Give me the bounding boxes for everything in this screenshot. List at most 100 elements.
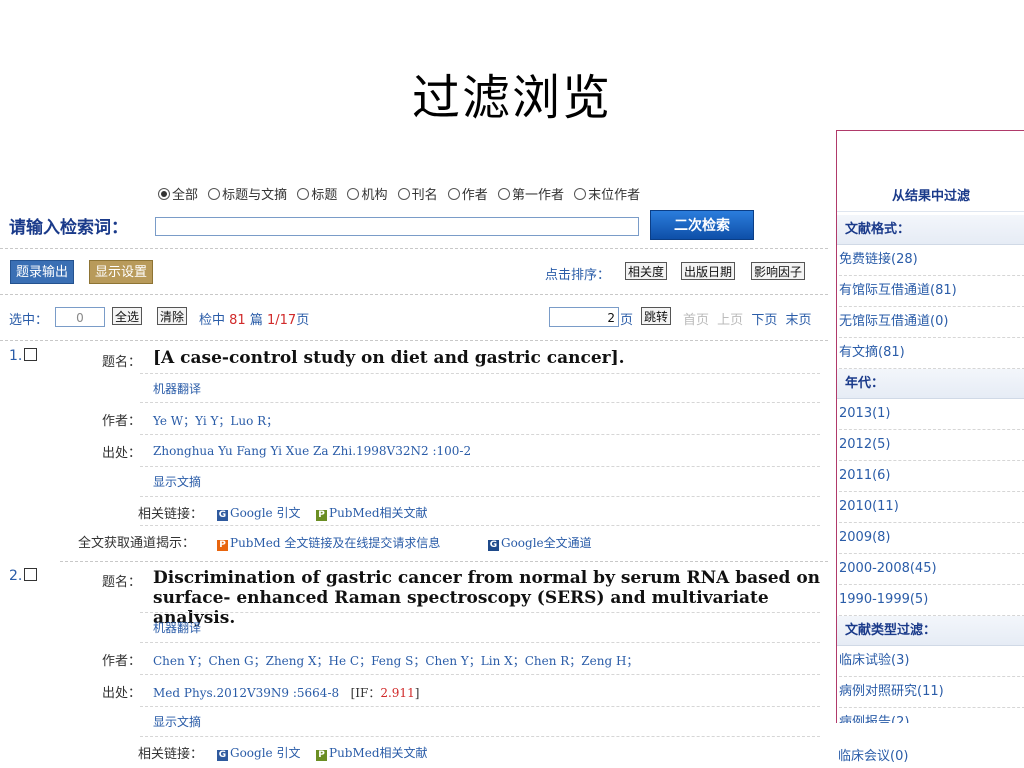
filter-item[interactable]: 2000-2008(45): [839, 554, 1024, 585]
filter-item[interactable]: 2012(5): [839, 430, 1024, 461]
pubmed-fulltext-link[interactable]: P PubMed 全文链接及在线提交请求信息: [217, 534, 440, 551]
slide-title: 过滤浏览: [411, 70, 612, 126]
display-settings-button[interactable]: 显示设置: [89, 260, 154, 284]
filter-item[interactable]: 2010(11): [839, 492, 1024, 523]
record-authors[interactable]: Chen Y；Chen G；Zheng X；He C；Feng S；Chen Y…: [153, 652, 638, 669]
sort-impact-button[interactable]: 影响因子: [751, 262, 806, 280]
export-citations-button[interactable]: 题录输出: [10, 260, 75, 284]
divider: [140, 736, 820, 737]
radio-icon[interactable]: [397, 188, 410, 200]
filter-item[interactable]: 无馆际互借通道(0): [839, 307, 1024, 338]
radio-icon[interactable]: [447, 188, 460, 200]
divider: [0, 248, 828, 249]
radio-icon[interactable]: [574, 188, 587, 200]
google-fulltext-icon: G: [488, 540, 499, 551]
record-authors[interactable]: Ye W；Yi Y；Luo R；: [153, 412, 278, 429]
select-all-button[interactable]: 全选: [112, 307, 143, 325]
filter-item[interactable]: 临床试验(3): [839, 646, 1024, 677]
divider: [140, 674, 820, 675]
divider: [140, 466, 820, 467]
filter-section-format: 文献格式：: [837, 215, 1024, 245]
divider: [0, 294, 828, 295]
show-abstract-link[interactable]: 显示文摘: [153, 713, 201, 730]
secondary-search-button[interactable]: 二次检索: [650, 210, 754, 240]
divider: [140, 642, 820, 643]
machine-translate-link[interactable]: 机器翻译: [153, 619, 201, 636]
machine-translate-link[interactable]: 机器翻译: [153, 380, 201, 397]
google-cite-link[interactable]: G Google 引文: [217, 744, 300, 761]
search-prompt-label: 请输入检索词：: [9, 218, 128, 238]
filter-panel: 从结果中过滤 文献格式： 免费链接(28) 有馆际互借通道(81) 无馆际互借通…: [836, 130, 1024, 723]
scope-journal[interactable]: 刊名: [397, 188, 438, 203]
goto-page-unit: 页: [620, 313, 634, 328]
pubmed-icon: P: [316, 750, 327, 761]
radio-icon[interactable]: [208, 188, 221, 200]
record-source[interactable]: Med Phys.2012V39N9 :5664-8 [IF：2.911]: [153, 684, 419, 701]
impact-factor: 2.911: [380, 686, 415, 700]
scope-title-abstract[interactable]: 标题与文摘: [208, 188, 287, 203]
filter-item[interactable]: 免费链接(28): [839, 245, 1024, 276]
pubmed-related-link[interactable]: P PubMed相关文献: [316, 504, 428, 521]
sort-relevance-button[interactable]: 相关度: [625, 262, 668, 280]
divider: [0, 340, 828, 341]
last-page-link[interactable]: 末页: [785, 313, 811, 328]
filter-item[interactable]: 有馆际互借通道(81): [839, 276, 1024, 307]
pubmed-icon: P: [316, 510, 327, 521]
scope-all[interactable]: 全部: [158, 188, 198, 203]
show-abstract-link[interactable]: 显示文摘: [153, 473, 201, 490]
hit-count: 81: [229, 313, 246, 328]
sort-date-button[interactable]: 出版日期: [681, 262, 736, 280]
filter-item[interactable]: 有文摘(81): [839, 338, 1024, 369]
scope-title[interactable]: 标题: [297, 188, 337, 203]
jump-button[interactable]: 跳转: [641, 307, 672, 325]
record-number: 2.: [9, 568, 38, 584]
radio-icon[interactable]: [297, 188, 310, 200]
scope-author[interactable]: 作者: [447, 188, 488, 203]
scope-first-author[interactable]: 第一作者: [497, 188, 564, 203]
record-title[interactable]: [A case-control study on diet and gastri…: [153, 348, 821, 368]
google-fulltext-link[interactable]: G Google全文通道: [488, 534, 592, 551]
google-cite-link[interactable]: G Google 引文: [217, 504, 300, 521]
divider: [140, 373, 820, 374]
source-label: 出处：: [102, 686, 142, 701]
radio-icon[interactable]: [497, 188, 510, 200]
divider: [140, 612, 820, 613]
next-page-link[interactable]: 下页: [751, 313, 777, 328]
google-icon: G: [217, 750, 228, 761]
google-icon: G: [217, 510, 228, 521]
radio-icon[interactable]: [347, 188, 360, 200]
prev-page-link[interactable]: 上页: [717, 313, 743, 328]
filter-item[interactable]: 1990-1999(5): [839, 585, 1024, 616]
scope-institution[interactable]: 机构: [347, 188, 387, 203]
clear-button[interactable]: 清除: [157, 307, 188, 325]
record-checkbox[interactable]: [24, 568, 38, 581]
pager: 首页 上页 下页 末页: [683, 309, 815, 328]
scope-last-author[interactable]: 末位作者: [574, 188, 640, 203]
radio-icon[interactable]: [158, 188, 170, 200]
filter-item[interactable]: 病例报告(2): [839, 708, 1024, 723]
record-title[interactable]: Discrimination of gastric cancer from no…: [153, 568, 821, 628]
filter-item[interactable]: 2011(6): [839, 461, 1024, 492]
fulltext-label: 全文获取通道揭示：: [78, 536, 196, 551]
divider: [60, 561, 828, 562]
filter-item[interactable]: 临床会议(0): [838, 745, 1024, 764]
divider: [140, 434, 820, 435]
search-input[interactable]: [155, 217, 639, 236]
selected-count-field[interactable]: 0: [55, 307, 105, 327]
filter-item[interactable]: 2009(8): [839, 523, 1024, 554]
hit-summary: 检中 81 篇 1/17页: [199, 313, 310, 328]
record-number: 1.: [9, 348, 38, 364]
filter-item[interactable]: 病例对照研究(11): [839, 677, 1024, 708]
divider: [140, 706, 820, 707]
selected-label: 选中：: [9, 313, 49, 328]
divider: [140, 402, 820, 403]
title-label: 题名：: [102, 355, 142, 370]
record-checkbox[interactable]: [24, 348, 38, 361]
goto-page-field[interactable]: 2: [549, 307, 619, 327]
pubmed-related-link[interactable]: P PubMed相关文献: [316, 744, 428, 761]
filter-item[interactable]: 2013(1): [839, 399, 1024, 430]
record-source[interactable]: Zhonghua Yu Fang Yi Xue Za Zhi.1998V32N2…: [153, 444, 471, 458]
related-links-label: 相关链接：: [138, 747, 204, 762]
first-page-link[interactable]: 首页: [683, 313, 709, 328]
search-scope-options: 全部 标题与文摘 标题 机构 刊名 作者 第一作者 末位作者: [158, 184, 646, 203]
